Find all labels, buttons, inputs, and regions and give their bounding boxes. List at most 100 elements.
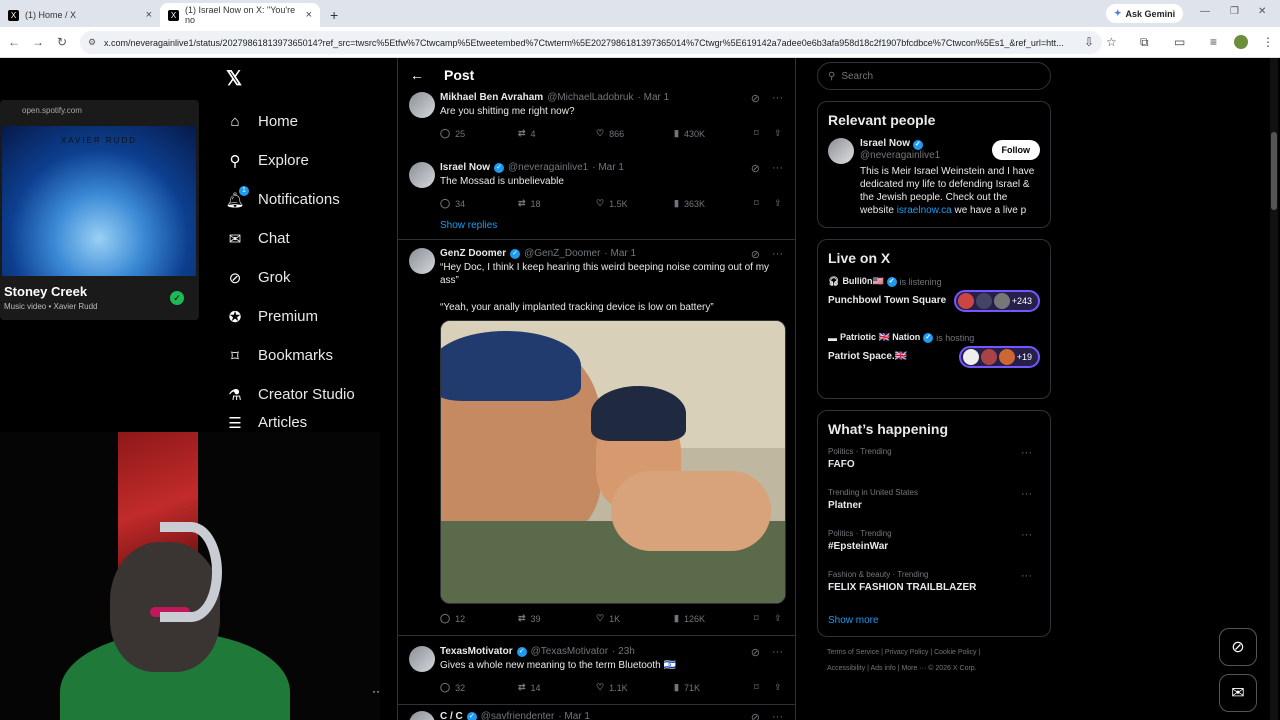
views-button[interactable]: ▮ 430K [674,128,705,139]
avatar[interactable] [828,138,854,164]
reply-tweet[interactable]: C / C ✓ @savfriendenter · Mar 1 ⊘ ··· [398,711,795,720]
browser-tab-home[interactable]: X (1) Home / X × [0,3,160,27]
check-icon[interactable]: ✓ [170,291,184,305]
like-button[interactable]: ♡ 1K [596,613,620,624]
show-more-link[interactable]: Show more [828,615,1040,626]
spotify-overlay[interactable]: open.spotify.com XAVIER RUDD Stoney Cree… [0,100,199,320]
nav-bookmarks[interactable]: ⌑ Bookmarks [226,336,355,375]
live-space[interactable]: ▬ Patriotic 🇬🇧 Nation ✓ is hosting Patriot … [828,332,1040,388]
x-logo-icon[interactable]: 𝕏 [226,66,242,91]
more-icon[interactable]: ··· [372,684,380,698]
like-button[interactable]: ♡ 1.1K [596,682,628,693]
grok-icon[interactable]: ⊘ [751,646,760,659]
cast-icon[interactable]: ▭ [1174,35,1185,49]
live-space[interactable]: 🎧︎ Bulli0n🇺🇸 ✓ is listening Punchbowl Town … [828,276,1040,332]
browser-tab-post[interactable]: X (1) Israel Now on X: "You're no × [160,3,320,27]
url-field[interactable]: ⚙ x.com/neveragainlive1/status/202798618… [80,31,1102,54]
tweet-date[interactable]: · Mar 1 [592,162,624,173]
more-icon[interactable]: ··· [772,646,783,659]
page-scrollbar[interactable] [1270,58,1278,720]
footer-links[interactable]: Terms of Service | Privacy Policy | Cook… [817,645,1051,677]
more-icon[interactable]: ··· [1021,447,1032,459]
trend-item[interactable]: Trending in United States Platner ··· [828,488,1040,529]
footer-line-1[interactable]: Terms of Service | Privacy Policy | Cook… [827,645,1051,661]
back-arrow-icon[interactable]: ← [410,67,424,83]
nav-articles[interactable]: ☰ Articles [226,414,355,434]
new-tab-button[interactable]: + [320,3,348,27]
reply-button[interactable]: ◯ 12 [440,613,465,624]
forward-icon[interactable]: → [26,35,50,49]
close-window-icon[interactable]: ✕ [1258,6,1266,17]
author-name[interactable]: GenZ Doomer [440,248,506,259]
listeners-pill[interactable]: +243 [953,290,1040,312]
maximize-icon[interactable]: ❐ [1230,6,1239,17]
grok-icon[interactable]: ⊘ [751,162,760,175]
author-handle[interactable]: @savfriendenter [481,711,555,720]
repost-button[interactable]: ⇄ 39 [518,613,541,624]
grok-fab-icon[interactable]: ⊘ [1219,628,1257,666]
follow-button[interactable]: Follow [991,140,1040,160]
extensions-icon[interactable]: ⧉ [1140,35,1149,50]
nav-explore[interactable]: ⚲ Explore [226,141,355,180]
install-icon[interactable]: ⇩ [1084,35,1094,49]
bookmark-icon[interactable]: ⌑ [754,198,759,209]
author-handle[interactable]: @MichaelLadobruk [547,92,633,103]
share-icon[interactable]: ⇪ [774,682,782,693]
bookmark-icon[interactable]: ⌑ [754,128,759,139]
tweet-date[interactable]: · Mar 1 [638,92,670,103]
more-icon[interactable]: ··· [772,162,783,175]
tweet-media-gif[interactable] [440,320,786,604]
more-icon[interactable]: ··· [1021,529,1032,541]
avatar[interactable] [409,248,435,274]
nav-chat[interactable]: ✉ Chat [226,219,355,258]
close-tab-icon[interactable]: × [306,9,312,21]
nav-premium[interactable]: ✪ Premium [226,297,355,336]
avatar[interactable] [409,162,435,188]
nav-grok[interactable]: ⊘ Grok [226,258,355,297]
repost-button[interactable]: ⇄ 14 [518,682,541,693]
reply-tweet[interactable]: TexasMotivator ✓ @TexasMotivator · 23h ⊘… [398,646,795,694]
author-handle[interactable]: @GenZ_Doomer [524,248,600,259]
reply-tweet[interactable]: GenZ Doomer ✓ @GenZ_Doomer · Mar 1 ⊘ ··· … [398,248,795,625]
bio-link[interactable]: israelnow.ca [897,205,952,216]
author-name[interactable]: Israel Now [440,162,490,173]
reload-icon[interactable]: ↻ [50,35,74,49]
share-icon[interactable]: ⇪ [774,613,782,624]
nav-notifications[interactable]: 🔔︎ 1 Notifications [225,180,355,219]
bookmark-icon[interactable]: ⌑ [754,682,759,693]
media-icon[interactable]: ≡ [1210,35,1217,49]
minimize-icon[interactable]: — [1200,6,1210,17]
reply-button[interactable]: ◯ 34 [440,198,465,209]
tweet-date[interactable]: · Mar 1 [604,248,636,259]
tweet-date[interactable]: · Mar 1 [558,711,590,720]
share-icon[interactable]: ⇪ [774,198,782,209]
more-icon[interactable]: ··· [1021,570,1032,582]
repost-button[interactable]: ⇄ 4 [518,128,536,139]
views-button[interactable]: ▮ 126K [674,613,705,624]
person-name[interactable]: Israel Now [860,138,910,149]
close-tab-icon[interactable]: × [146,9,152,21]
reply-tweet[interactable]: Israel Now ✓ @neveragainlive1 · Mar 1 ⊘ ·… [398,162,795,210]
menu-icon[interactable]: ⋮ [1262,35,1274,49]
reply-button[interactable]: ◯ 25 [440,128,465,139]
grok-icon[interactable]: ⊘ [751,248,760,261]
search-input[interactable]: ⚲ Search [817,62,1051,90]
grok-icon[interactable]: ⊘ [751,711,760,720]
author-name[interactable]: Mikhael Ben Avraham [440,92,543,103]
share-icon[interactable]: ⇪ [774,128,782,139]
bookmark-star-icon[interactable]: ☆ [1106,35,1117,49]
author-name[interactable]: C / C [440,711,463,720]
bookmark-icon[interactable]: ⌑ [754,613,759,624]
like-button[interactable]: ♡ 1.5K [596,198,628,209]
tweet-date[interactable]: · 23h [612,646,635,657]
avatar[interactable] [409,711,435,720]
repost-button[interactable]: ⇄ 18 [518,198,541,209]
reply-button[interactable]: ◯ 32 [440,682,465,693]
like-button[interactable]: ♡ 866 [596,128,624,139]
footer-line-2[interactable]: Accessibility | Ads info | More ··· © 20… [827,661,1051,677]
more-icon[interactable]: ··· [1021,488,1032,500]
scrollbar-thumb[interactable] [1271,132,1277,210]
avatar[interactable] [409,92,435,118]
nav-creator-studio[interactable]: ⚗ Creator Studio [226,375,354,414]
views-button[interactable]: ▮ 71K [674,682,700,693]
